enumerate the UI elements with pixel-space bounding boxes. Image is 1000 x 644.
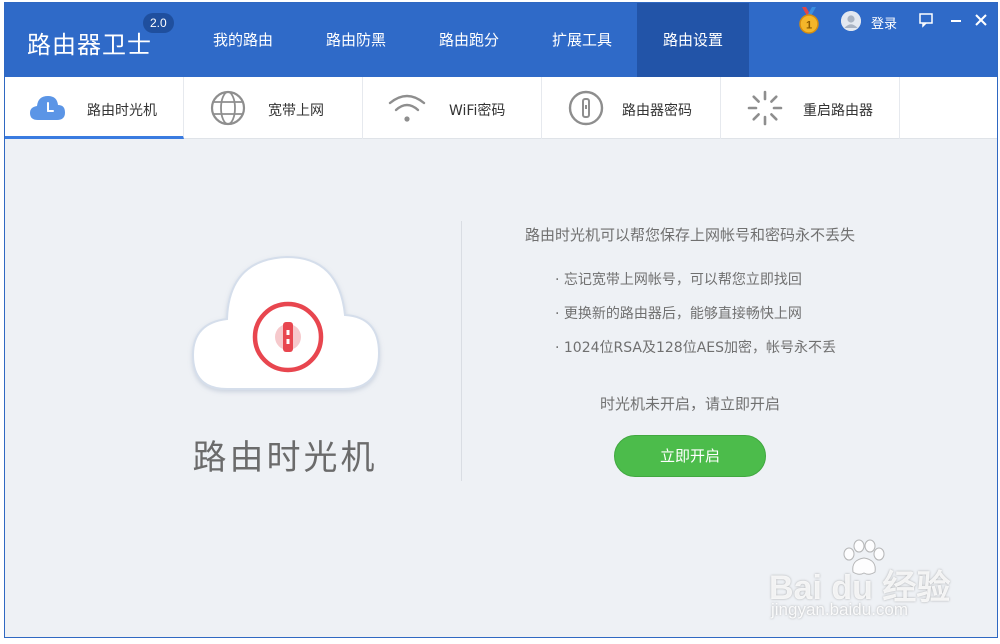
- tool-tab-restart-router[interactable]: 重启路由器: [721, 77, 900, 139]
- nav-tab-router-settings[interactable]: 路由设置: [637, 3, 749, 77]
- tool-tab-label: 路由器密码: [622, 103, 692, 119]
- feature-bullet-list: · 忘记宽带上网帐号，可以帮您立即找回 · 更换新的路由器后，能够直接畅快上网 …: [555, 269, 836, 371]
- content-divider: [461, 221, 462, 481]
- wifi-icon: [388, 94, 426, 122]
- avatar-icon[interactable]: [841, 11, 861, 31]
- nav-tab-anti-hack[interactable]: 路由防黑: [300, 3, 412, 77]
- feature-title: 路由时光机: [192, 438, 378, 478]
- list-item: · 更换新的路由器后，能够直接畅快上网: [555, 306, 802, 322]
- nav-tab-extensions[interactable]: 扩展工具: [526, 3, 638, 77]
- time-machine-cloud-icon: [191, 255, 381, 390]
- toolbar: 路由时光机 宽带上网 WiFi密码 路由器密码 重启路由器: [5, 77, 997, 139]
- app-title: 路由器卫士: [27, 31, 152, 59]
- baidu-watermark: Bai du 经验 jingyan.baidu.com: [765, 538, 965, 628]
- tool-tab-label: 宽带上网: [268, 103, 324, 119]
- medal-icon[interactable]: 1: [797, 7, 821, 35]
- app-window: 路由器卫士 2.0 我的路由 路由防黑 路由跑分 扩展工具 路由设置 1 登录: [4, 2, 998, 638]
- tool-tab-time-machine[interactable]: 路由时光机: [5, 77, 184, 139]
- key-icon: [568, 90, 604, 126]
- clock-cloud-icon: [30, 96, 65, 120]
- list-item: · 忘记宽带上网帐号，可以帮您立即找回: [555, 272, 802, 288]
- nav-tab-benchmark[interactable]: 路由跑分: [413, 3, 525, 77]
- login-link[interactable]: 登录: [871, 13, 897, 32]
- nav-tab-my-router[interactable]: 我的路由: [187, 3, 299, 77]
- svg-text:1: 1: [806, 20, 812, 32]
- version-badge: 2.0: [143, 13, 174, 33]
- tool-tab-label: 路由时光机: [87, 103, 157, 119]
- tool-tab-label: WiFi密码: [449, 103, 506, 119]
- feedback-icon[interactable]: [917, 11, 935, 29]
- minimize-icon[interactable]: [947, 11, 965, 29]
- restart-icon: [747, 90, 783, 126]
- watermark-sub: jingyan.baidu.com: [771, 600, 909, 619]
- tool-tab-label: 重启路由器: [803, 103, 873, 119]
- globe-icon: [210, 90, 246, 126]
- tool-tab-wifi-password[interactable]: WiFi密码: [363, 77, 542, 139]
- title-bar: 路由器卫士 2.0 我的路由 路由防黑 路由跑分 扩展工具 路由设置 1 登录: [5, 3, 997, 77]
- tool-tab-broadband[interactable]: 宽带上网: [184, 77, 363, 139]
- enable-now-button[interactable]: 立即开启: [614, 435, 766, 477]
- tool-tab-router-password[interactable]: 路由器密码: [542, 77, 721, 139]
- list-item: · 1024位RSA及128位AES加密，帐号永不丢: [555, 340, 837, 356]
- close-icon[interactable]: [972, 11, 990, 29]
- status-text: 时光机未开启，请立即开启: [599, 395, 780, 413]
- intro-text: 路由时光机可以帮您保存上网帐号和密码永不丢失: [524, 226, 855, 244]
